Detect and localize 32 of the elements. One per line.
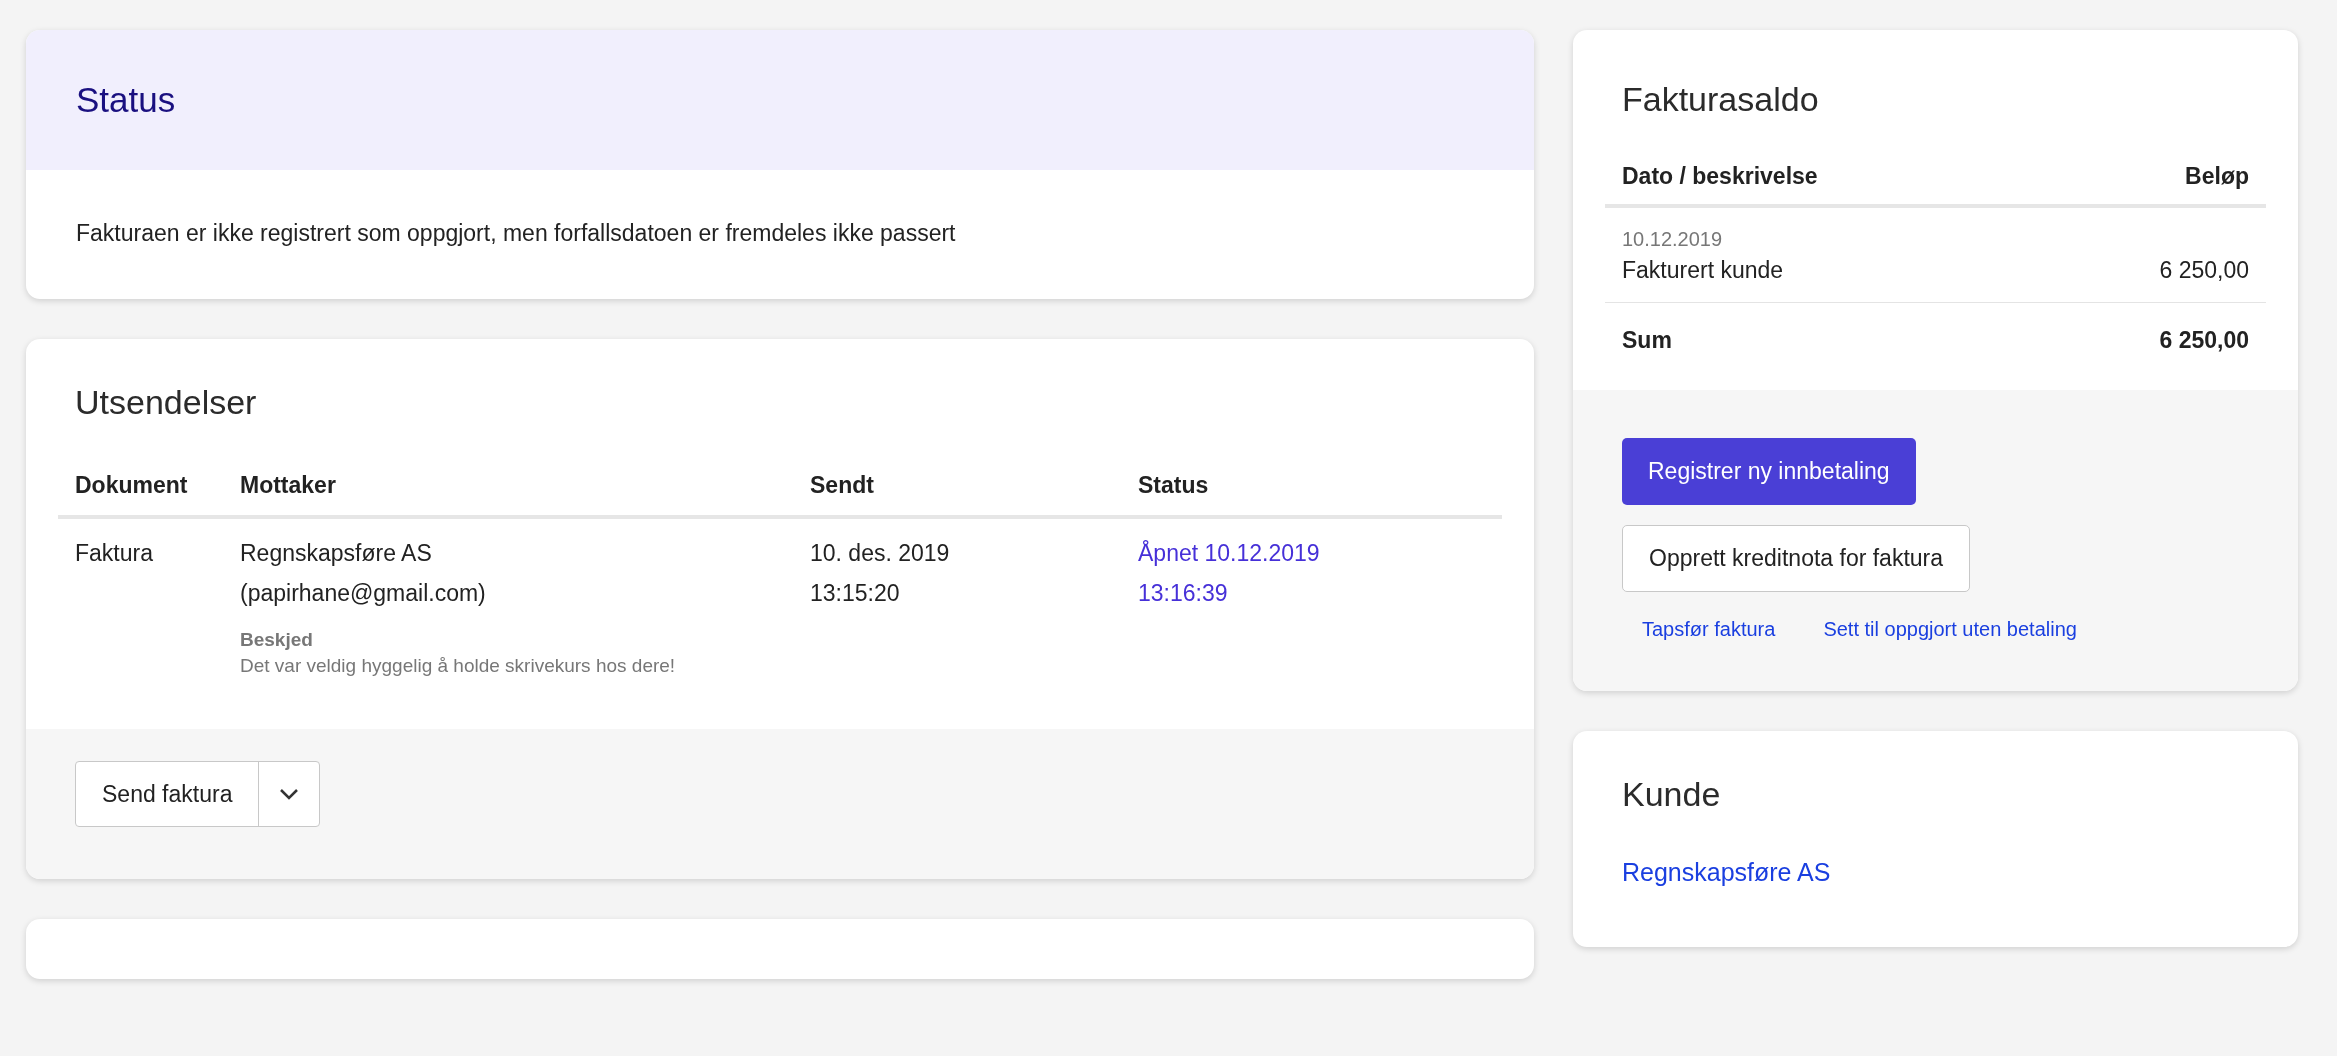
opened-status[interactable]: Åpnet 10.12.2019 — [1138, 533, 1502, 573]
message-label: Beskjed — [240, 628, 314, 652]
column-header: Status — [1138, 472, 1210, 499]
action-link[interactable]: Sett til oppgjort uten betaling — [1823, 618, 2077, 641]
entry-date: 10.12.2019 — [1622, 228, 1724, 251]
column-header: Beløp — [2185, 163, 2249, 190]
sum-label: Sum — [1622, 327, 1672, 354]
send-invoice-button[interactable]: Send faktura — [76, 762, 259, 826]
column-header: Dokument — [75, 472, 189, 499]
action-link[interactable]: Tapsfør faktura — [1642, 618, 1776, 641]
customer-link[interactable]: Regnskapsføre AS — [1622, 858, 1831, 887]
dispatches-title: Utsendelser — [75, 383, 258, 422]
opened-time[interactable]: 13:16:39 — [1138, 573, 1502, 613]
customer-title: Kunde — [1622, 775, 1722, 814]
sent-date: 10. des. 2019 — [810, 539, 951, 568]
message-text: Det var veldig hyggelig å holde skrivekurs hos dere! — [240, 654, 677, 678]
register-payment-button[interactable]: Registrer ny innbetaling — [1622, 438, 1916, 505]
status-message: Fakturaen er ikke registrert som oppgjort, men forfallsdatoen er fremdeles ikke passert — [75, 219, 957, 248]
entry-amount: 6 250,00 — [2159, 257, 2249, 284]
sum-amount: 6 250,00 — [2159, 327, 2249, 354]
caret-icon — [279, 788, 300, 800]
column-header: Mottaker — [240, 472, 337, 499]
entry-description: Fakturert kunde — [1622, 257, 1784, 284]
balance-title: Fakturasaldo — [1622, 80, 1820, 119]
sent-time: 13:15:20 — [810, 579, 901, 608]
recipient-name: Regnskapsføre AS — [240, 539, 433, 568]
document-cell-text: Faktura — [75, 539, 154, 568]
credit-note-button[interactable]: Opprett kreditnota for faktura — [1622, 525, 1971, 592]
column-header: Dato / beskrivelse — [1622, 163, 1818, 190]
status-title: Status — [76, 80, 176, 120]
column-header: Sendt — [810, 472, 875, 499]
recipient-email: (papirhane@gmail.com) — [240, 579, 487, 608]
